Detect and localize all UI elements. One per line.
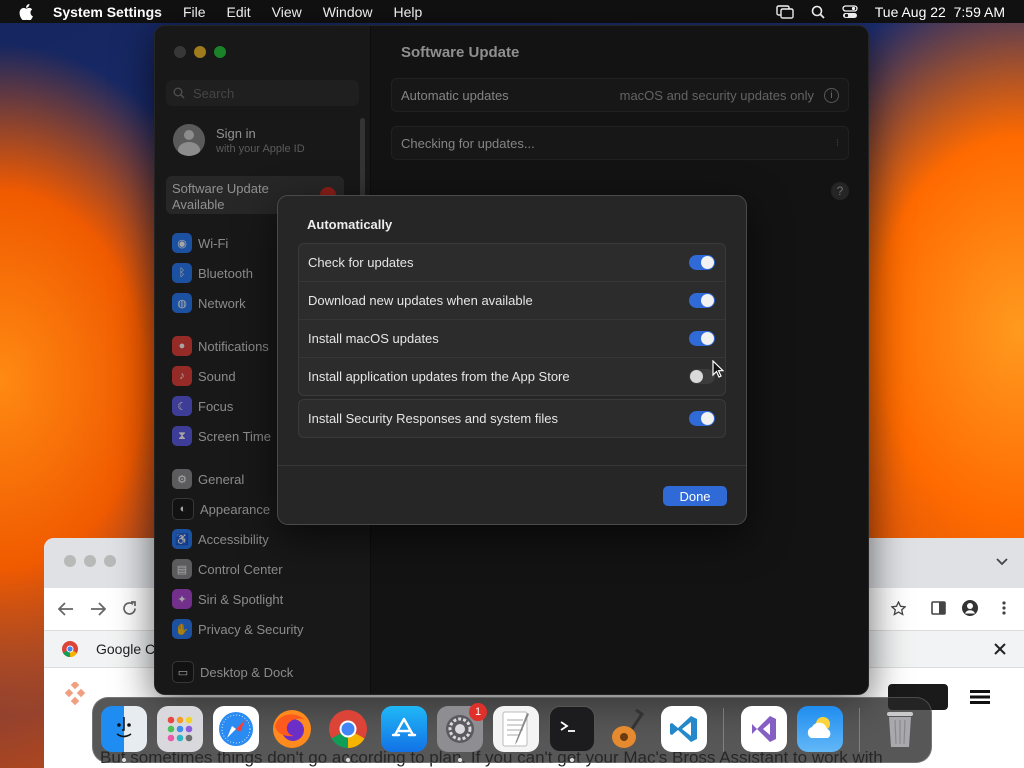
browser-tab-title[interactable]: Google C bbox=[96, 641, 155, 657]
menu-edit[interactable]: Edit bbox=[227, 4, 251, 20]
dock-app-store-icon[interactable] bbox=[381, 706, 427, 752]
running-indicator bbox=[570, 758, 574, 762]
more-options-icon[interactable] bbox=[1002, 601, 1006, 615]
site-logo-icon bbox=[64, 682, 86, 706]
option-label: Install macOS updates bbox=[308, 331, 439, 346]
bookmark-star-icon[interactable] bbox=[891, 601, 906, 616]
option-label: Check for updates bbox=[308, 255, 414, 270]
menu-view[interactable]: View bbox=[272, 4, 302, 20]
option-check-for-updates: Check for updates bbox=[299, 244, 725, 281]
install-macos-toggle[interactable] bbox=[689, 331, 715, 346]
menu-file[interactable]: File bbox=[183, 4, 206, 20]
mouse-pointer-icon bbox=[712, 360, 724, 378]
running-indicator bbox=[458, 758, 462, 762]
running-indicator bbox=[346, 758, 350, 762]
running-indicator bbox=[122, 758, 126, 762]
control-center-icon[interactable] bbox=[842, 4, 858, 19]
menu-window[interactable]: Window bbox=[323, 4, 373, 20]
menu-clock[interactable]: Tue Aug 22 7:59 AM bbox=[875, 4, 1005, 20]
dock-settings-badge: 1 bbox=[469, 703, 487, 721]
dock-firefox-icon[interactable] bbox=[269, 706, 315, 752]
back-icon[interactable] bbox=[58, 602, 74, 616]
menu-bar: System Settings File Edit View Window He… bbox=[0, 0, 1024, 23]
dock-weather-icon[interactable] bbox=[797, 706, 843, 752]
dock-textedit-icon[interactable] bbox=[493, 706, 539, 752]
download-updates-toggle[interactable] bbox=[689, 293, 715, 308]
side-panel-icon[interactable] bbox=[931, 601, 946, 615]
sheet-divider bbox=[278, 465, 746, 466]
dock-launchpad-icon[interactable] bbox=[157, 706, 203, 752]
option-label: Install Security Responses and system fi… bbox=[308, 411, 558, 426]
security-responses-toggle[interactable] bbox=[689, 411, 715, 426]
automatic-updates-sheet: Automatically Check for updates Download… bbox=[277, 195, 747, 525]
dock: 1 bbox=[92, 697, 932, 763]
option-label: Download new updates when available bbox=[308, 293, 533, 308]
dock-trash-icon[interactable] bbox=[877, 706, 923, 752]
browser-zoom-button[interactable] bbox=[104, 555, 116, 567]
browser-minimize-button[interactable] bbox=[84, 555, 96, 567]
dock-separator bbox=[859, 708, 860, 752]
dock-terminal-icon[interactable] bbox=[549, 706, 595, 752]
hamburger-menu-icon[interactable] bbox=[970, 690, 990, 704]
check-updates-toggle[interactable] bbox=[689, 255, 715, 270]
dock-safari-icon[interactable] bbox=[213, 706, 259, 752]
menu-app-name[interactable]: System Settings bbox=[53, 4, 162, 20]
profile-icon[interactable] bbox=[962, 600, 978, 616]
reload-icon[interactable] bbox=[122, 601, 137, 616]
dock-separator bbox=[723, 708, 724, 752]
dock-vscode-icon[interactable] bbox=[661, 706, 707, 752]
sheet-heading: Automatically bbox=[307, 217, 393, 232]
dock-visual-studio-icon[interactable] bbox=[741, 706, 787, 752]
done-button[interactable]: Done bbox=[663, 486, 727, 506]
dock-chrome-icon[interactable] bbox=[325, 706, 371, 752]
forward-icon[interactable] bbox=[90, 602, 106, 616]
security-options-group: Install Security Responses and system fi… bbox=[298, 399, 726, 438]
close-icon[interactable] bbox=[994, 643, 1006, 655]
option-security-responses: Install Security Responses and system fi… bbox=[299, 400, 725, 437]
dock-finder-icon[interactable] bbox=[101, 706, 147, 752]
dock-garageband-icon[interactable] bbox=[605, 706, 651, 752]
search-icon[interactable] bbox=[811, 5, 825, 19]
option-install-app-updates: Install application updates from the App… bbox=[299, 357, 725, 395]
chrome-favicon-icon bbox=[62, 641, 78, 657]
option-install-macos: Install macOS updates bbox=[299, 319, 725, 357]
screen-mirroring-icon[interactable] bbox=[776, 4, 794, 19]
update-options-group: Check for updates Download new updates w… bbox=[298, 243, 726, 396]
chevron-down-icon[interactable] bbox=[996, 558, 1008, 566]
browser-close-button[interactable] bbox=[64, 555, 76, 567]
option-download-updates: Download new updates when available bbox=[299, 281, 725, 319]
menu-help[interactable]: Help bbox=[394, 4, 423, 20]
option-label: Install application updates from the App… bbox=[308, 369, 570, 384]
apple-logo-icon[interactable] bbox=[19, 3, 33, 20]
